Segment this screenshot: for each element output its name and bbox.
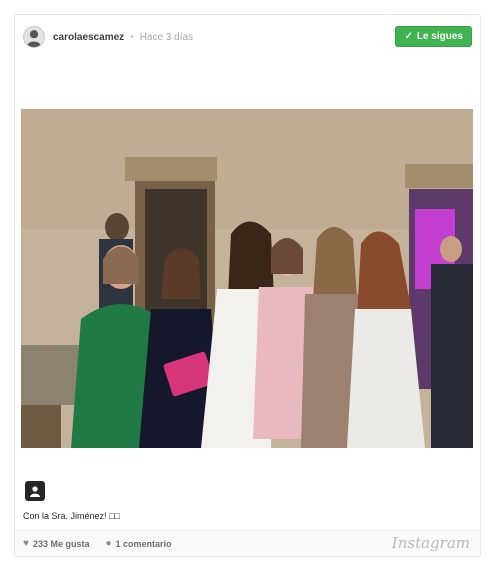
likes-label: 233 Me gusta bbox=[32, 538, 90, 549]
instagram-logo[interactable]: Instagram bbox=[392, 534, 470, 552]
post-card: carolaescamez • Hace 3 días ✓ Le sigues bbox=[14, 14, 481, 557]
avatar[interactable] bbox=[23, 26, 45, 48]
username-link[interactable]: carolaescamez bbox=[53, 32, 124, 43]
post-footer: ♥ 233 Me gusta ● 1 comentario Instagram bbox=[15, 530, 480, 556]
following-button-label: Le sigues bbox=[416, 31, 463, 42]
likes-count[interactable]: ♥ 233 Me gusta bbox=[23, 538, 89, 549]
following-button[interactable]: ✓ Le sigues bbox=[395, 26, 472, 47]
post-timestamp: Hace 3 días bbox=[139, 31, 194, 43]
heart-icon: ♥ bbox=[23, 538, 29, 549]
avatar-icon bbox=[24, 27, 44, 47]
post-photo[interactable] bbox=[21, 109, 473, 448]
separator-dot: • bbox=[130, 31, 134, 43]
comment-bubble-icon: ● bbox=[105, 538, 112, 549]
tagged-people-icon[interactable] bbox=[25, 481, 45, 501]
comments-count[interactable]: ● 1 comentario bbox=[105, 538, 171, 549]
post-header: carolaescamez • Hace 3 días ✓ Le sigues bbox=[15, 15, 480, 59]
comments-label: 1 comentario bbox=[115, 538, 172, 549]
post-caption: Con la Sra. Jiménez! □□ bbox=[23, 511, 120, 521]
checkmark-icon: ✓ bbox=[404, 31, 413, 42]
